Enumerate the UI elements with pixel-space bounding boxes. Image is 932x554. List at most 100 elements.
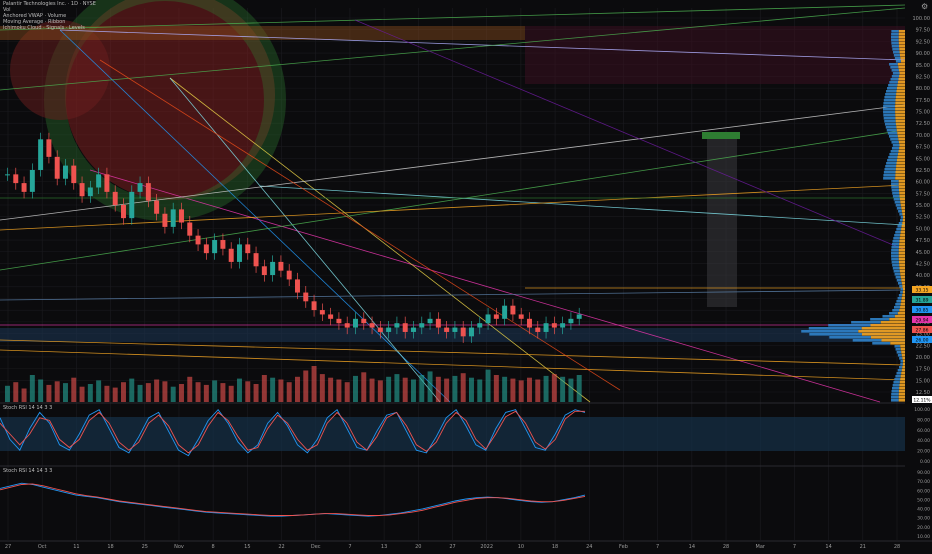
profile-bar-blue [883, 177, 896, 180]
price-axis[interactable]: 100.00 97.50 92.50 90.00 85.00 82.50 80.00 77.5… [912, 16, 932, 540]
profile-bar-orange [899, 309, 905, 312]
candle-body [518, 314, 524, 319]
profile-bar-orange [897, 156, 905, 159]
rsi1-tick-label: 60.00 [917, 428, 930, 434]
legend-line-ichimoku[interactable]: Ichimoku Cloud · Signals · Levels [3, 25, 96, 31]
candle-body [386, 327, 392, 332]
profile-bar-orange [902, 222, 905, 225]
candle-body [29, 169, 35, 192]
volume-bar [460, 373, 466, 402]
candle-body [179, 209, 184, 223]
chart-svg[interactable]: 100.0097.5092.5090.0085.0082.5080.0077.5… [0, 0, 932, 550]
time-axis[interactable]: 27 Oct 11 18 25 Nov 8 15 22 Dec 7 13 20 27 2022 10 18 24 F… [0, 540, 932, 550]
volume-bar [477, 379, 483, 402]
candle-body [212, 240, 218, 254]
profile-bar-blue [891, 243, 900, 246]
profile-bar-orange [898, 33, 905, 36]
profile-bar-orange [889, 318, 905, 321]
volume-bar [361, 372, 367, 402]
profile-bar-orange [899, 384, 905, 387]
profile-bar-orange [861, 333, 905, 336]
stoch-rsi-2-legend[interactable]: Stoch RSI 14 14 3 3 [3, 468, 52, 474]
y-tick-label: 92.50 [916, 39, 930, 45]
stoch-rsi-legend[interactable]: Stoch RSI 14 14 3 3 [3, 405, 52, 411]
profile-bar-blue [891, 36, 899, 39]
series-line-1 [0, 483, 586, 516]
profile-bar-orange [897, 63, 905, 66]
profile-bar-blue [894, 273, 901, 276]
profile-bar-blue [893, 237, 900, 240]
profile-bar-orange [900, 234, 905, 237]
x-tick-label: Dec [311, 544, 321, 550]
candle-body [21, 183, 27, 192]
profile-bar-orange [898, 30, 905, 33]
y-tick-label: 97.50 [916, 28, 930, 34]
profile-bar-orange [903, 216, 905, 219]
profile-bar-blue [891, 393, 899, 396]
y-tick-label: 20.00 [916, 355, 930, 361]
profile-bar-orange [898, 258, 905, 261]
profile-bar-blue [900, 363, 903, 366]
profile-bar-orange [899, 270, 905, 273]
volume-bar [411, 379, 416, 402]
candle-body [228, 248, 234, 262]
volume-profile [801, 30, 905, 402]
profile-bar-blue [897, 354, 902, 357]
profile-bar-orange [890, 342, 905, 345]
profile-bar-orange [897, 153, 905, 156]
profile-bar-orange [901, 282, 905, 285]
profile-bar-blue [889, 312, 898, 315]
volume-bar [311, 366, 317, 402]
profile-bar-orange [898, 78, 905, 81]
x-tick-label: 14 [825, 544, 831, 550]
rsi1-tick-label: 100.00 [914, 407, 930, 413]
profile-bar-orange [896, 87, 905, 90]
profile-bar-blue [892, 192, 900, 195]
profile-bar-blue [892, 72, 900, 75]
profile-bar-orange [895, 99, 905, 102]
y-tick-label: 72.50 [916, 121, 930, 127]
profile-bar-orange [902, 285, 905, 288]
volume-bar [203, 384, 209, 402]
profile-bar-orange [900, 303, 905, 306]
candle-body [195, 235, 201, 245]
profile-bar-blue [899, 357, 903, 360]
chart-canvas[interactable]: 100.00 97.50 92.50 90.00 85.00 82.50 80.00 77.5… [0, 0, 932, 550]
volume-bar [377, 380, 383, 402]
profile-bar-orange [898, 393, 905, 396]
profile-bar-orange [899, 51, 905, 54]
volume-bar [286, 382, 292, 402]
candle-body [502, 305, 508, 319]
profile-bar-orange [880, 321, 905, 324]
profile-bar-blue [900, 288, 903, 291]
profile-bar-blue [897, 369, 902, 372]
x-tick-label: Mar [756, 544, 766, 550]
volume-bar [212, 380, 218, 402]
rsi1-tick-label: 0.00 [920, 459, 930, 465]
profile-bar-orange [902, 291, 905, 294]
legend-line-symbol[interactable]: Palantir Technologies Inc. · 1D · NYSE [3, 1, 96, 7]
profile-bar-blue [892, 48, 900, 51]
profile-bar-blue [885, 165, 897, 168]
y-tick-label: 90.00 [916, 51, 930, 57]
candle-body [411, 327, 416, 332]
profile-bar-orange [898, 141, 905, 144]
profile-bar-blue [883, 108, 896, 111]
profile-bar-orange [899, 267, 905, 270]
candle-body [278, 261, 284, 271]
profile-bar-blue [890, 78, 899, 81]
volume-bar [5, 385, 10, 402]
y-tick-label: 12.50 [916, 390, 930, 396]
gear-icon[interactable]: ⚙ [921, 3, 929, 11]
profile-bar-blue [895, 303, 901, 306]
candle-body [560, 323, 566, 328]
x-tick-label: Feb [619, 544, 628, 550]
profile-bar-orange [901, 351, 905, 354]
volume-bar [336, 379, 342, 402]
profile-bar-blue [889, 81, 898, 84]
profile-bar-blue [886, 90, 897, 93]
profile-bar-orange [900, 306, 905, 309]
profile-bar-orange [902, 360, 905, 363]
profile-bar-orange [901, 279, 905, 282]
volume-bar [96, 380, 102, 402]
